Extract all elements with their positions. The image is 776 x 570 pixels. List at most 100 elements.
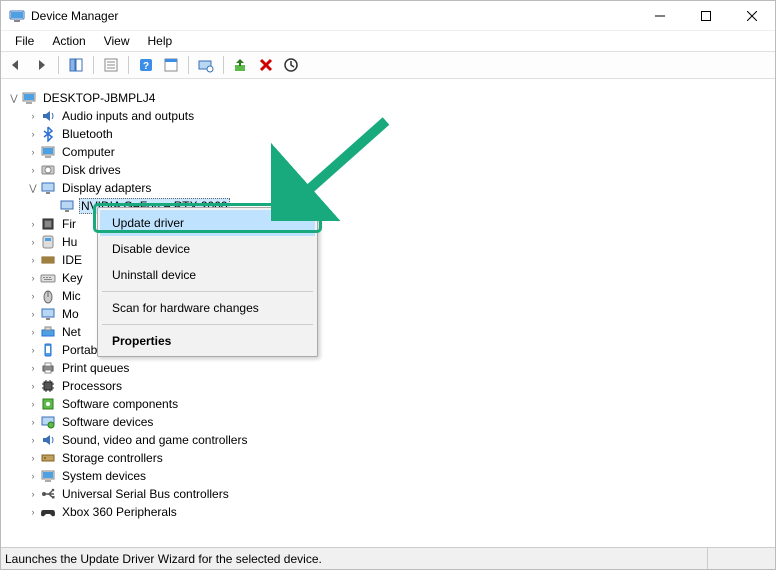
close-button[interactable]	[729, 1, 775, 31]
ctx-separator	[102, 324, 313, 325]
node-label: Print queues	[60, 361, 131, 375]
node-label: Mo	[60, 307, 81, 321]
menu-help[interactable]: Help	[140, 32, 181, 50]
help-button[interactable]: ?	[135, 54, 157, 76]
software-component-icon	[40, 396, 56, 412]
node-label: Xbox 360 Peripherals	[60, 505, 179, 519]
system-icon	[40, 468, 56, 484]
disable-device-button[interactable]	[280, 54, 302, 76]
expand-icon[interactable]: ›	[26, 147, 40, 157]
show-hide-tree-button[interactable]	[65, 54, 87, 76]
expand-icon[interactable]: ›	[26, 165, 40, 175]
node-label: Net	[60, 325, 83, 339]
expand-icon[interactable]: ›	[26, 291, 40, 301]
node-label: Hu	[60, 235, 79, 249]
collapse-icon[interactable]: ⋁	[7, 93, 21, 104]
action-button[interactable]	[160, 54, 182, 76]
node-label: Software devices	[60, 415, 155, 429]
expand-icon[interactable]: ›	[26, 255, 40, 265]
disk-icon	[40, 162, 56, 178]
tree-category-swdevices[interactable]: › Software devices	[26, 413, 775, 431]
node-label: Mic	[60, 289, 83, 303]
expand-icon[interactable]: ›	[26, 471, 40, 481]
node-label: System devices	[60, 469, 148, 483]
tree-category-storage[interactable]: ›Storage controllers	[26, 449, 775, 467]
display-adapter-icon	[59, 198, 75, 214]
statusbar: Launches the Update Driver Wizard for th…	[1, 547, 775, 569]
properties-button[interactable]	[100, 54, 122, 76]
tree-category-processors[interactable]: ›Processors	[26, 377, 775, 395]
expand-icon[interactable]: ›	[26, 489, 40, 499]
expand-icon[interactable]: ›	[26, 435, 40, 445]
expand-icon[interactable]: ›	[26, 309, 40, 319]
tree-category-usb[interactable]: ›Universal Serial Bus controllers	[26, 485, 775, 503]
statusbar-text: Launches the Update Driver Wizard for th…	[5, 552, 707, 566]
audio-icon	[40, 108, 56, 124]
ctx-scan-hardware[interactable]: Scan for hardware changes	[100, 295, 315, 321]
tree-root[interactable]: ⋁ DESKTOP-JBMPLJ4	[7, 89, 775, 107]
node-label: Display adapters	[60, 181, 153, 195]
hid-icon	[40, 234, 56, 250]
toolbar-separator	[128, 56, 129, 74]
gamepad-icon	[40, 504, 56, 520]
devmgr-app-icon	[9, 8, 25, 24]
ctx-properties[interactable]: Properties	[100, 328, 315, 354]
expand-icon[interactable]: ›	[26, 111, 40, 121]
menu-action[interactable]: Action	[44, 32, 93, 50]
context-menu: Update driver Disable device Uninstall d…	[97, 207, 318, 357]
node-label: Disk drives	[60, 163, 123, 177]
menubar: File Action View Help	[1, 31, 775, 51]
tree-category-sound[interactable]: › Sound, video and game controllers	[26, 431, 775, 449]
portable-icon	[40, 342, 56, 358]
tree-category-swcomponents[interactable]: ›Software components	[26, 395, 775, 413]
expand-icon[interactable]: ›	[26, 363, 40, 373]
ide-icon	[40, 252, 56, 268]
expand-icon[interactable]: ›	[26, 327, 40, 337]
collapse-icon[interactable]: ⋁	[26, 183, 40, 194]
ctx-disable-device[interactable]: Disable device	[100, 236, 315, 262]
ctx-update-driver[interactable]: Update driver	[100, 210, 315, 236]
expand-icon[interactable]: ›	[26, 381, 40, 391]
computer-root-icon	[21, 90, 37, 106]
toolbar-separator	[223, 56, 224, 74]
tree-category-system[interactable]: › System devices	[26, 467, 775, 485]
tree-category-printqueues[interactable]: › Print queues	[26, 359, 775, 377]
forward-button[interactable]	[30, 54, 52, 76]
statusbar-right-cell	[707, 548, 775, 569]
node-label: Sound, video and game controllers	[60, 433, 249, 447]
expand-icon[interactable]: ›	[26, 345, 40, 355]
usb-icon	[40, 486, 56, 502]
tree-category-computer[interactable]: › Computer	[26, 143, 775, 161]
storage-icon	[40, 450, 56, 466]
tree-category-bluetooth[interactable]: ›Bluetooth	[26, 125, 775, 143]
ctx-uninstall-device[interactable]: Uninstall device	[100, 262, 315, 288]
uninstall-device-button[interactable]	[255, 54, 277, 76]
expand-icon[interactable]: ›	[26, 129, 40, 139]
update-driver-button[interactable]	[230, 54, 252, 76]
expand-icon[interactable]: ›	[26, 507, 40, 517]
tree-category-diskdrives[interactable]: › Disk drives	[26, 161, 775, 179]
minimize-button[interactable]	[637, 1, 683, 31]
toolbar-separator	[93, 56, 94, 74]
monitor-icon	[40, 306, 56, 322]
tree-category-audio[interactable]: › Audio inputs and outputs	[26, 107, 775, 125]
back-button[interactable]	[5, 54, 27, 76]
tree-category-xbox[interactable]: › Xbox 360 Peripherals	[26, 503, 775, 521]
expand-icon[interactable]: ›	[26, 219, 40, 229]
menu-file[interactable]: File	[7, 32, 42, 50]
expand-icon[interactable]: ›	[26, 417, 40, 427]
maximize-button[interactable]	[683, 1, 729, 31]
expand-icon[interactable]: ›	[26, 453, 40, 463]
expand-icon[interactable]: ›	[26, 399, 40, 409]
expand-icon[interactable]: ›	[26, 237, 40, 247]
menu-view[interactable]: View	[96, 32, 138, 50]
scan-hardware-button[interactable]	[195, 54, 217, 76]
node-label: DESKTOP-JBMPLJ4	[41, 91, 157, 105]
ctx-separator	[102, 291, 313, 292]
node-label: Audio inputs and outputs	[60, 109, 196, 123]
window-controls	[637, 1, 775, 31]
tree-category-display[interactable]: ⋁ Display adapters	[26, 179, 775, 197]
node-label: Computer	[60, 145, 117, 159]
toolbar-separator	[188, 56, 189, 74]
expand-icon[interactable]: ›	[26, 273, 40, 283]
